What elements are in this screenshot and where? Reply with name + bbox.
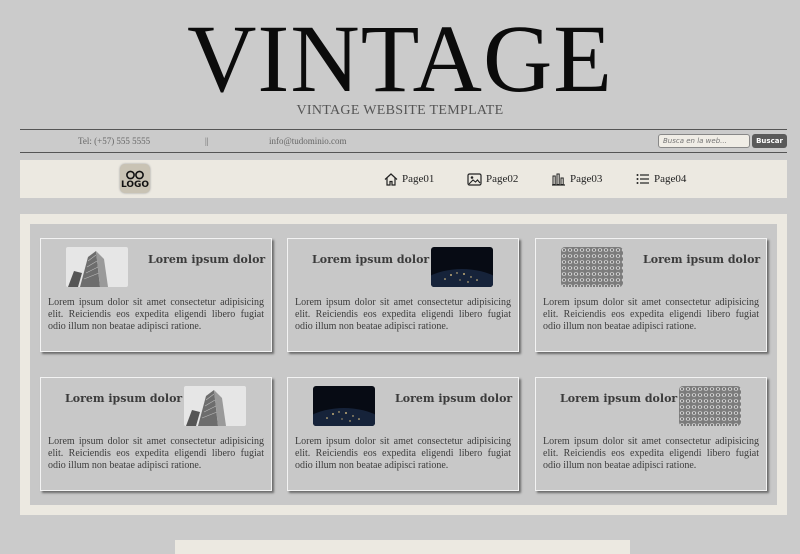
- list-icon: [636, 174, 649, 184]
- card-image: [313, 386, 375, 426]
- card-text: Lorem ipsum dolor sit amet consectetur a…: [295, 436, 511, 471]
- card: Lorem ipsum dolor Lorem ipsum dolor sit …: [535, 238, 767, 352]
- nav-item-page02[interactable]: Page02: [467, 171, 518, 187]
- nav-item-label: Page04: [654, 173, 687, 185]
- nav-item-page04[interactable]: Page04: [636, 171, 686, 187]
- contact-bar: Tel: (+57) 555 5555 || info@tudominio.co…: [20, 129, 787, 153]
- nav-item-page03[interactable]: Page03: [551, 171, 602, 187]
- card-title: Lorem ipsum dolor: [65, 392, 183, 405]
- navbar: LOGO Page01 Page02 Page03 Page04: [20, 160, 787, 198]
- card-text: Lorem ipsum dolor sit amet consectetur a…: [543, 436, 759, 471]
- logo[interactable]: LOGO: [120, 164, 150, 193]
- building-facade-image: [561, 247, 623, 287]
- card-text: Lorem ipsum dolor sit amet consectetur a…: [295, 297, 511, 332]
- card-title: Lorem ipsum dolor: [560, 392, 678, 405]
- site-title: VINTAGE: [187, 5, 613, 112]
- search-button[interactable]: Buscar: [752, 134, 787, 148]
- card: Lorem ipsum dolor Lorem ipsum dolor sit …: [40, 377, 272, 491]
- earth-night-image: [431, 247, 493, 287]
- earth-night-image: [313, 386, 375, 426]
- card-text: Lorem ipsum dolor sit amet consectetur a…: [48, 297, 264, 332]
- email-link[interactable]: info@tudominio.com: [269, 136, 347, 146]
- cards-grid: Lorem ipsum dolor Lorem ipsum dolor sit …: [30, 224, 777, 505]
- nav-item-label: Page01: [402, 173, 435, 185]
- image-icon: [467, 172, 482, 186]
- phone-number: Tel: (+57) 555 5555: [78, 136, 151, 146]
- logo-eyes-icon: [126, 170, 144, 180]
- card-image: [66, 247, 128, 287]
- skyscraper-image: [66, 247, 128, 287]
- card-image: [561, 247, 623, 287]
- card-image: [431, 247, 493, 287]
- contact-separator: ||: [205, 136, 209, 146]
- building-facade-image: [679, 386, 741, 426]
- logo-text: LOGO: [120, 180, 150, 190]
- chart-icon: [552, 173, 565, 186]
- card: Lorem ipsum dolor Lorem ipsum dolor sit …: [535, 377, 767, 491]
- main-panel: Lorem ipsum dolor Lorem ipsum dolor sit …: [20, 214, 787, 515]
- card-title: Lorem ipsum dolor: [312, 253, 430, 266]
- nav-item-page01[interactable]: Page01: [384, 171, 434, 187]
- nav-item-label: Page02: [486, 173, 519, 185]
- nav-item-label: Page03: [570, 173, 603, 185]
- search-input[interactable]: [658, 134, 750, 148]
- card-title: Lorem ipsum dolor: [148, 253, 266, 266]
- card-image: [184, 386, 246, 426]
- card-text: Lorem ipsum dolor sit amet consectetur a…: [48, 436, 264, 471]
- card: Lorem ipsum dolor Lorem ipsum dolor sit …: [287, 377, 519, 491]
- home-icon: [384, 172, 398, 186]
- card: Lorem ipsum dolor Lorem ipsum dolor sit …: [287, 238, 519, 352]
- footer-panel: [175, 540, 630, 554]
- card-image: [679, 386, 741, 426]
- skyscraper-image: [184, 386, 246, 426]
- card-text: Lorem ipsum dolor sit amet consectetur a…: [543, 297, 759, 332]
- site-subtitle: VINTAGE WEBSITE TEMPLATE: [296, 103, 504, 118]
- card-title: Lorem ipsum dolor: [643, 253, 761, 266]
- card: Lorem ipsum dolor Lorem ipsum dolor sit …: [40, 238, 272, 352]
- card-title: Lorem ipsum dolor: [395, 392, 513, 405]
